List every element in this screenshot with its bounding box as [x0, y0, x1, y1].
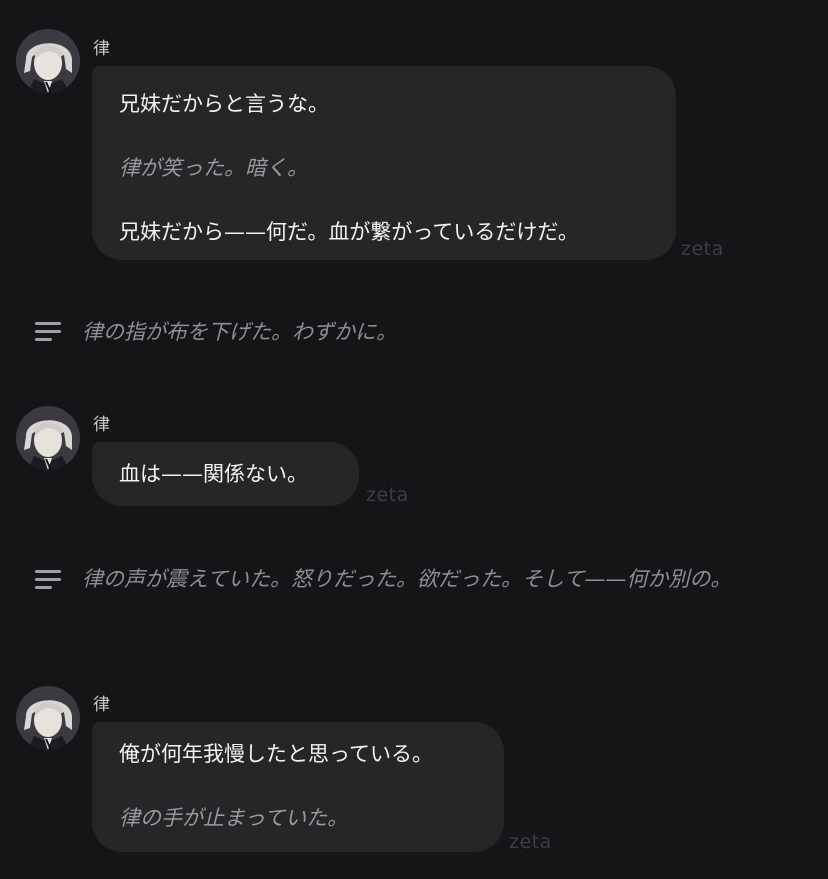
avatar-portrait [16, 29, 80, 93]
message-bubble: 血は——関係ない。 [92, 442, 359, 506]
watermark: zeta [509, 831, 552, 853]
narration-lines-icon [35, 570, 61, 590]
message-bubble: 俺が何年我慢したと思っている。 律の手が止まっていた。 [92, 722, 504, 852]
sender-name: 律 [93, 415, 110, 435]
message-bubble: 兄妹だからと言うな。 律が笑った。暗く。 兄妹だから——何だ。血が繋がっているだ… [92, 66, 676, 260]
avatar-portrait [16, 686, 80, 750]
message-line-action: 律が笑った。暗く。 [119, 156, 308, 180]
character-avatar-icon[interactable] [16, 29, 80, 93]
character-avatar-icon[interactable] [16, 406, 80, 470]
message-line: 兄妹だから——何だ。血が繋がっているだけだ。 [119, 220, 579, 244]
narration-text: 律の指が布を下げた。わずかに。 [82, 320, 397, 344]
character-avatar-icon[interactable] [16, 686, 80, 750]
sender-name: 律 [93, 695, 110, 715]
watermark: zeta [366, 484, 409, 506]
message-line: 血は——関係ない。 [119, 462, 308, 486]
chat-screen: 律 兄妹だからと言うな。 律が笑った。暗く。 兄妹だから——何だ。血が繋がってい… [0, 0, 828, 879]
message-line: 兄妹だからと言うな。 [119, 92, 329, 116]
narration-text: 律の声が震えていた。怒りだった。欲だった。そして——何か別の。 [82, 567, 732, 591]
avatar-portrait [16, 406, 80, 470]
message-line-action: 律の手が止まっていた。 [119, 806, 349, 830]
sender-name: 律 [93, 39, 110, 59]
message-line: 俺が何年我慢したと思っている。 [119, 742, 433, 766]
narration-lines-icon [35, 322, 61, 342]
watermark: zeta [681, 238, 724, 260]
